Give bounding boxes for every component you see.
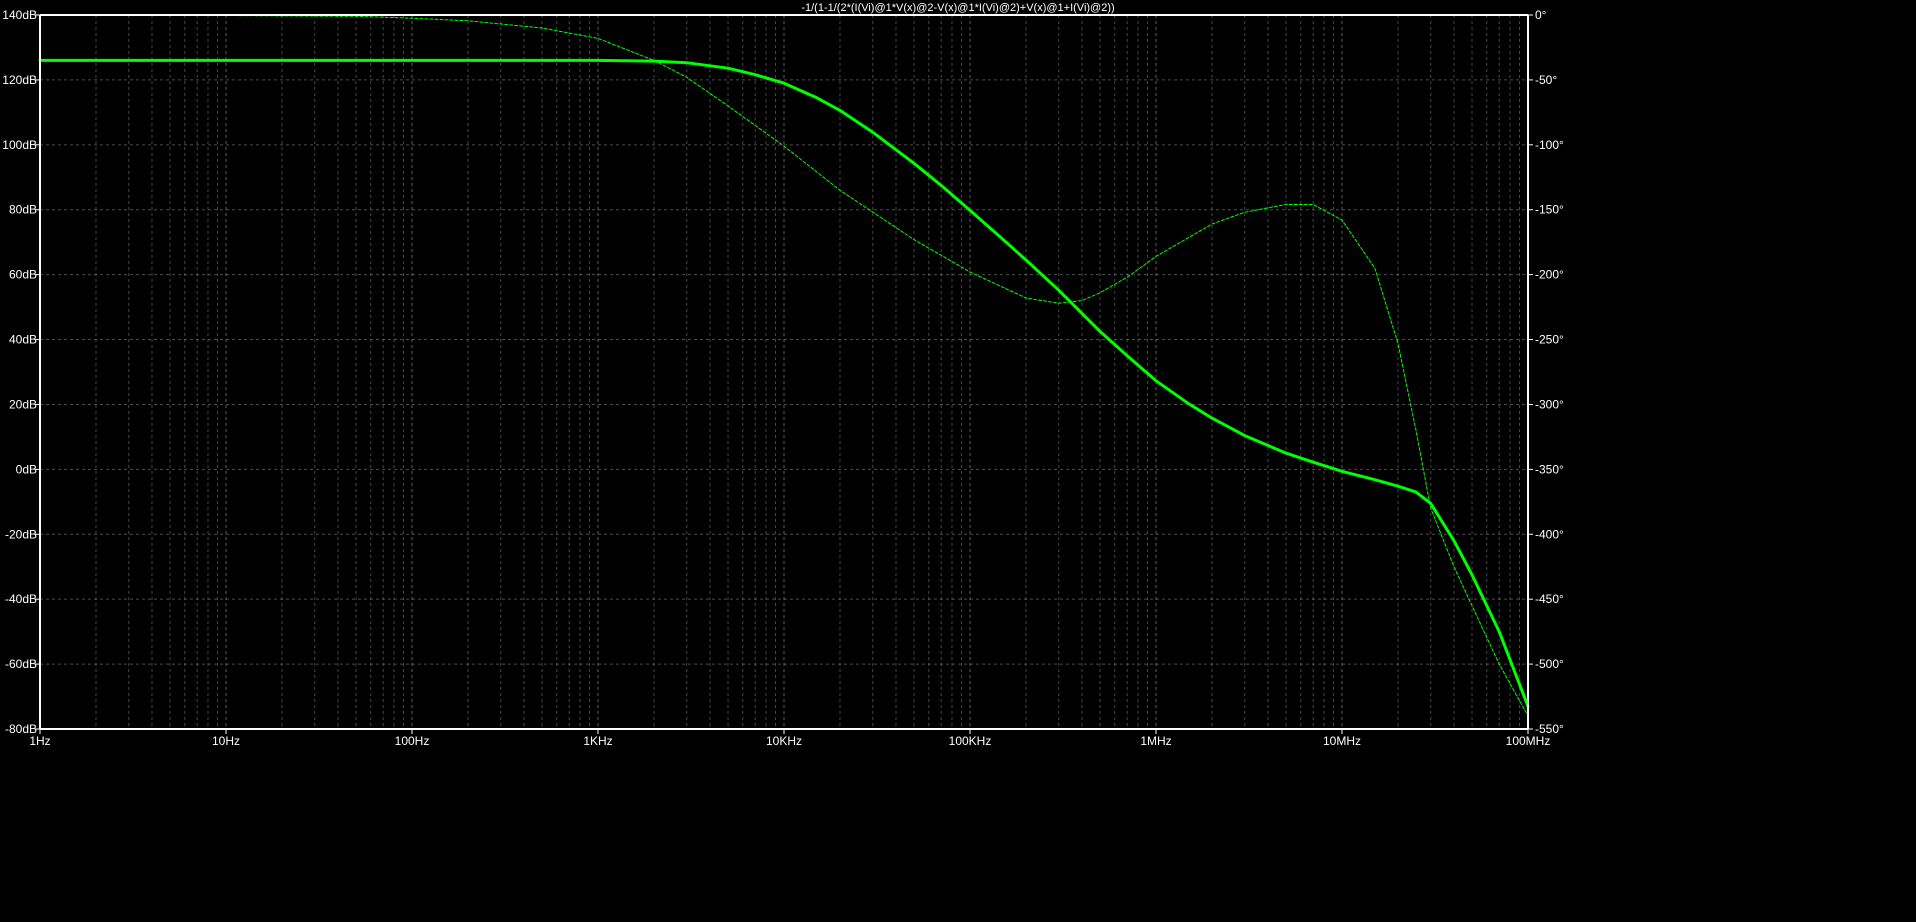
right-y-tick-label: -150° [1535, 203, 1564, 217]
left-y-tick-label: -80dB [5, 722, 37, 736]
left-y-tick-label: 80dB [9, 203, 37, 217]
left-y-tick-label: -60dB [5, 657, 37, 671]
right-y-tick-label: -200° [1535, 268, 1564, 282]
x-tick-label: 10MHz [1323, 734, 1361, 748]
axes [35, 14, 1533, 734]
left-y-tick-label: 0dB [16, 462, 37, 476]
right-y-tick-label: -350° [1535, 462, 1564, 476]
right-y-tick-label: -300° [1535, 397, 1564, 411]
x-tick-label: 100MHz [1506, 734, 1551, 748]
right-y-tick-label: -50° [1535, 73, 1557, 87]
left-y-tick-label: -40dB [5, 592, 37, 606]
left-y-tick-label: -20dB [5, 527, 37, 541]
tick-labels: 1Hz 10Hz 100Hz 1KHz 10KHz 100KHz 1MHz 10MHz 100M… [2, 8, 1564, 748]
left-y-tick-label: 100dB [2, 138, 37, 152]
right-y-tick-label: -100° [1535, 138, 1564, 152]
x-tick-label: 100Hz [395, 734, 430, 748]
right-y-tick-label: -550° [1535, 722, 1564, 736]
chart-title: -1/(1-1/(2*(I(Vi)@1*V(x)@2-V(x)@1*I(Vi)@… [801, 2, 1114, 14]
x-tick-label: 1KHz [583, 734, 612, 748]
x-tick-label: 1MHz [1140, 734, 1171, 748]
right-y-tick-label: -450° [1535, 592, 1564, 606]
bode-plot: 1Hz 10Hz 100Hz 1KHz 10KHz 100KHz 1MHz 10MHz 100M… [0, 0, 1916, 917]
left-y-tick-label: 40dB [9, 333, 37, 347]
left-y-tick-label: 20dB [9, 397, 37, 411]
right-y-tick-label: -400° [1535, 527, 1564, 541]
x-tick-label: 1Hz [29, 734, 50, 748]
x-tick-label: 100KHz [949, 734, 992, 748]
x-tick-label: 10Hz [212, 734, 240, 748]
right-y-tick-label: -250° [1535, 333, 1564, 347]
grid [40, 15, 1528, 729]
left-y-tick-label: 60dB [9, 268, 37, 282]
right-y-tick-label: -500° [1535, 657, 1564, 671]
plot-canvas: 1Hz 10Hz 100Hz 1KHz 10KHz 100KHz 1MHz 10MHz 100M… [2, 2, 1564, 748]
x-tick-label: 10KHz [766, 734, 802, 748]
left-y-tick-label: 140dB [2, 8, 37, 22]
left-y-tick-label: 120dB [2, 73, 37, 87]
right-y-tick-label: 0° [1535, 8, 1547, 22]
